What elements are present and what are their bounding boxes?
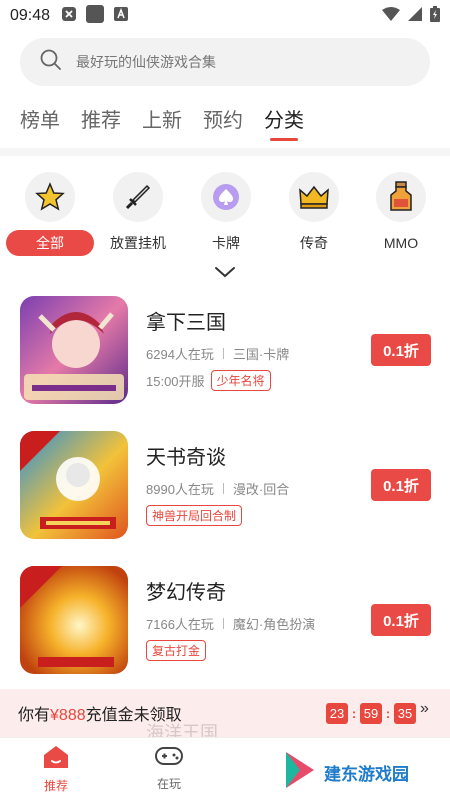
meta-divider: [222, 483, 224, 494]
game-list-item[interactable]: 梦幻传奇 7166人在玩 魔幻·角色扮演 复古打金 0.1折: [0, 566, 450, 684]
nav-label: 在玩: [156, 777, 181, 791]
player-count: 8990人在玩: [146, 482, 214, 497]
gamepad-icon: [154, 747, 184, 772]
category-all[interactable]: 全部: [5, 172, 95, 256]
category-label: 全部: [6, 230, 94, 256]
game-icon: [20, 296, 128, 404]
countdown-seconds: 35: [394, 703, 416, 724]
promo-amount: ¥888: [50, 707, 86, 724]
countdown-hours: 23: [326, 703, 348, 724]
battery-icon: [430, 5, 440, 27]
site-watermark: 建东游戏园: [282, 745, 450, 800]
wifi-icon: [382, 6, 400, 26]
category-label: 传奇: [300, 235, 328, 251]
dismiss-notification-icon: [62, 6, 77, 26]
status-bar: 09:48: [0, 0, 450, 32]
game-tag: 复古打金: [146, 640, 207, 661]
crown-icon: [289, 172, 339, 222]
promo-prefix: 你有: [18, 707, 51, 724]
a-notification-icon: [114, 6, 129, 26]
tab-category[interactable]: 分类: [264, 104, 304, 141]
chevron-down-icon[interactable]: [213, 265, 237, 284]
player-count: 6294人在玩: [146, 347, 214, 362]
game-list-item[interactable]: 拿下三国 6294人在玩 三国·卡牌 15:00开服 少年名将 0.1折: [0, 296, 450, 414]
search-icon: [40, 49, 62, 76]
top-tabs: 榜单 推荐 上新 预约 分类: [20, 104, 304, 141]
countdown-minutes: 59: [360, 703, 382, 724]
game-meta: 8990人在玩 漫改·回合: [146, 479, 289, 498]
search-input[interactable]: 最好玩的仙侠游戏合集: [20, 38, 430, 86]
game-title: 拿下三国: [146, 312, 226, 334]
server-open-time: 15:00开服: [146, 374, 205, 389]
discount-button[interactable]: 0.1折: [371, 334, 431, 366]
game-meta: 6294人在玩 三国·卡牌: [146, 344, 289, 363]
status-time: 09:48: [10, 7, 51, 24]
tab-category-label: 分类: [264, 110, 304, 132]
game-title: 梦幻传奇: [146, 582, 226, 604]
tab-ranking[interactable]: 榜单: [20, 104, 60, 138]
category-label: 卡牌: [212, 235, 240, 251]
meta-divider: [222, 618, 224, 629]
recharge-promo-banner[interactable]: 你有¥888充值金未领取 海洋王国 23 : 59 : 35 »: [0, 689, 450, 743]
category-card[interactable]: 卡牌: [181, 172, 271, 256]
section-divider: [0, 148, 450, 156]
active-tab-indicator: [270, 138, 298, 141]
sword-icon: [113, 172, 163, 222]
countdown-separator: :: [385, 706, 391, 721]
game-list-item[interactable]: 天书奇谈 8990人在玩 漫改·回合 神兽开局回合制 0.1折: [0, 431, 450, 549]
watermark-text: 建东游戏园: [324, 765, 409, 784]
tab-new[interactable]: 上新: [142, 104, 182, 138]
category-legend[interactable]: 传奇: [269, 172, 359, 256]
category-idle[interactable]: 放置挂机: [93, 172, 183, 256]
star-icon: [25, 172, 75, 222]
home-icon: [42, 746, 70, 774]
nav-label: 推荐: [43, 779, 68, 793]
tab-preorder[interactable]: 预约: [203, 104, 243, 138]
player-count: 7166人在玩: [146, 617, 214, 632]
potion-icon: [376, 172, 426, 222]
category-label: 放置挂机: [110, 235, 166, 251]
game-subline: 神兽开局回合制: [146, 505, 243, 526]
discount-button[interactable]: 0.1折: [371, 469, 431, 501]
game-subline: 复古打金: [146, 640, 207, 661]
category-row: 全部 放置挂机 卡牌 传奇 MMO: [0, 172, 450, 258]
game-genre: 魔幻·角色扮演: [232, 617, 316, 632]
game-tag: 神兽开局回合制: [146, 505, 243, 526]
tab-recommend[interactable]: 推荐: [81, 104, 121, 138]
signal-icon: [408, 6, 422, 26]
watermark-logo-icon: [282, 750, 318, 795]
search-placeholder: 最好玩的仙侠游戏合集: [76, 54, 216, 70]
spade-icon: [201, 172, 251, 222]
meta-divider: [222, 348, 224, 359]
game-icon: [20, 566, 128, 674]
game-genre: 漫改·回合: [232, 482, 290, 497]
nav-playing[interactable]: 在玩: [134, 744, 204, 792]
game-subline: 15:00开服 少年名将: [146, 370, 271, 391]
game-meta: 7166人在玩 魔幻·角色扮演: [146, 614, 315, 633]
game-genre: 三国·卡牌: [232, 347, 290, 362]
nav-recommend[interactable]: 推荐: [21, 744, 91, 794]
double-chevron-right-icon[interactable]: »: [420, 700, 429, 718]
countdown-timer: 23 : 59 : 35: [326, 703, 416, 724]
category-label: MMO: [383, 235, 419, 251]
game-title: 天书奇谈: [146, 447, 226, 469]
app-notification-icon: [86, 4, 105, 28]
game-icon: [20, 431, 128, 539]
game-tag: 少年名将: [210, 370, 271, 391]
countdown-separator: :: [351, 706, 357, 721]
discount-button[interactable]: 0.1折: [371, 604, 431, 636]
category-mmo[interactable]: MMO: [356, 172, 446, 256]
